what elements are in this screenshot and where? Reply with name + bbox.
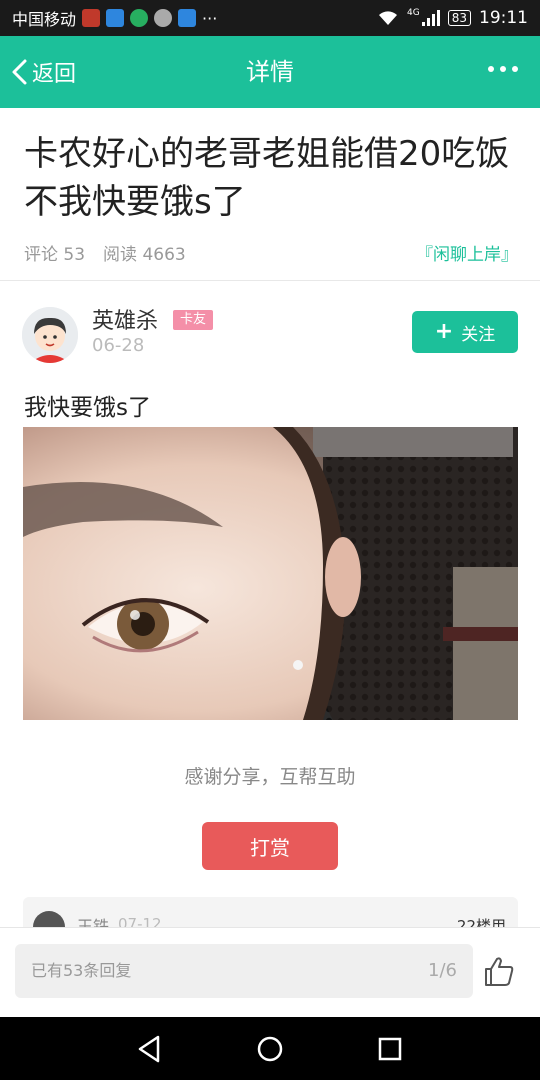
carrier-label: 中国移动 bbox=[12, 10, 77, 29]
notification-app-icon bbox=[106, 9, 125, 27]
network-type-label: 4G bbox=[407, 8, 420, 18]
recents-square-icon[interactable] bbox=[374, 1033, 406, 1065]
follow-label: 关注 bbox=[461, 324, 496, 345]
headset-icon bbox=[130, 9, 149, 27]
comment-count: 评论 53 bbox=[24, 244, 86, 265]
post-date: 06-28 bbox=[92, 335, 145, 356]
notification-app-icon bbox=[82, 9, 101, 27]
dot-icon bbox=[512, 66, 518, 72]
page-title: 详情 bbox=[246, 58, 294, 86]
post-meta: 评论 53 阅读 4663 『闲聊上岸』 bbox=[24, 238, 518, 266]
dot-icon bbox=[488, 66, 494, 72]
status-bar: 中国移动 ··· 4G 83 19:11 bbox=[0, 0, 540, 36]
post-photo[interactable] bbox=[23, 427, 518, 720]
notification-app-icon bbox=[178, 9, 197, 27]
thumbs-up-icon[interactable] bbox=[482, 954, 516, 988]
view-count: 阅读 4663 bbox=[103, 244, 186, 265]
divider bbox=[0, 280, 540, 281]
post-body: 我快要饿s了 bbox=[24, 395, 151, 421]
author-avatar[interactable] bbox=[22, 307, 78, 363]
more-options-button[interactable] bbox=[488, 66, 518, 72]
reply-bar: 已有53条回复 1/6 bbox=[0, 927, 540, 1017]
reply-placeholder: 已有53条回复 bbox=[31, 961, 132, 980]
dot-icon bbox=[500, 66, 506, 72]
reward-button[interactable]: 打赏 bbox=[202, 822, 338, 870]
system-nav-bar bbox=[0, 1017, 540, 1080]
status-right: 4G 83 19:11 bbox=[377, 8, 528, 28]
cartoon-avatar-icon bbox=[22, 307, 78, 363]
home-circle-icon[interactable] bbox=[254, 1033, 286, 1065]
thanks-text: 感谢分享，互帮互助 bbox=[184, 766, 356, 788]
status-left: 中国移动 ··· bbox=[12, 6, 217, 30]
wifi-icon bbox=[379, 11, 398, 25]
battery-icon: 83 bbox=[447, 10, 471, 26]
page-indicator[interactable]: 1/6 bbox=[428, 944, 457, 998]
post-title: 卡农好心的老哥老姐能借20吃饭不我快要饿s了 bbox=[24, 134, 510, 222]
more-notifications-icon: ··· bbox=[202, 8, 218, 28]
notification-app-icon bbox=[154, 9, 173, 27]
signal-icon bbox=[421, 10, 440, 26]
screen: 中国移动 ··· 4G 83 19:11 返回 详情 卡农好心的老哥老姐能借20… bbox=[0, 0, 540, 1080]
app-header: 返回 详情 bbox=[0, 36, 540, 108]
author-name[interactable]: 英雄杀 bbox=[92, 303, 158, 335]
reply-input[interactable]: 已有53条回复 1/6 bbox=[15, 944, 473, 998]
follow-button[interactable]: + 关注 bbox=[412, 311, 518, 353]
back-triangle-icon[interactable] bbox=[134, 1033, 166, 1065]
clock-label: 19:11 bbox=[479, 8, 528, 28]
board-tag-link[interactable]: 『闲聊上岸』 bbox=[416, 240, 518, 265]
user-badge: 卡友 bbox=[173, 310, 214, 330]
plus-icon: + bbox=[434, 319, 454, 344]
photo-image bbox=[23, 427, 518, 720]
